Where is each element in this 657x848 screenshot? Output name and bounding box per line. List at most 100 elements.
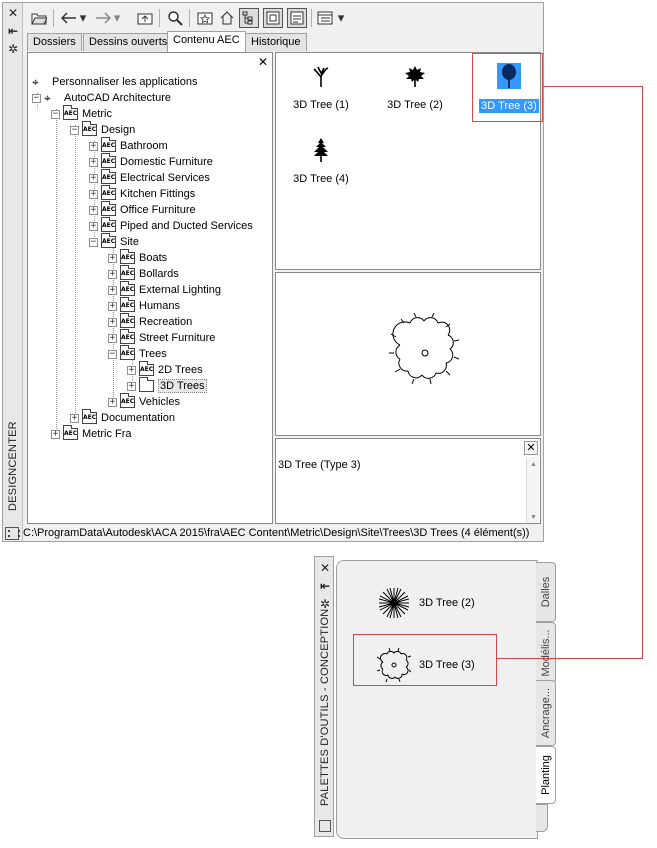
tree-item-metric-fra[interactable]: + AEC Metric Fra [51,425,132,442]
tree-item-piped-ducted[interactable]: + AEC Piped and Ducted Services [89,217,253,234]
views-dropdown-icon[interactable]: ▾ [335,8,347,28]
expand-icon[interactable]: + [89,173,98,183]
collapse-icon[interactable]: − [51,109,60,119]
palette-tab-dalles[interactable]: Dalles [536,562,556,622]
tool-palettes-window: ✕ ⇤ ✲ PALETTES D'OUTILS - CONCEPTION 3D … [314,556,558,839]
tab-historique[interactable]: Historique [245,33,307,51]
content-item-3d-tree-2[interactable]: 3D Tree (2) [370,61,460,111]
expand-icon[interactable]: + [89,189,98,199]
tree-close-icon[interactable]: ✕ [258,56,268,68]
aec-folder-icon: AEC [101,185,116,200]
tree-item-vehicles[interactable]: + AEC Vehicles [108,393,180,410]
tree-item-humans[interactable]: + AEC Humans [108,297,180,314]
tree-item-3d-trees[interactable]: + . 3D Trees [127,377,207,394]
tree-item-bollards[interactable]: + AEC Bollards [108,265,179,282]
palette-tab-ancrage[interactable]: Ancrage... [536,680,556,746]
up-folder-icon[interactable] [135,8,155,28]
forward-arrow-icon[interactable] [93,8,113,28]
aec-folder-icon: AEC [120,249,135,264]
tree-item-trees[interactable]: − AEC Trees [108,345,167,362]
expand-icon[interactable]: + [89,141,98,151]
tree-item-street-furniture[interactable]: + AEC Street Furniture [108,329,215,346]
tree-4-icon [276,135,366,165]
personalize-icon: ⌖ [32,74,39,89]
description-scrollbar[interactable]: ▲ ▼ [526,457,540,523]
tree-item-metric[interactable]: − AEC Metric [51,105,112,122]
aec-folder-icon: AEC [120,313,135,328]
description-toggle-icon[interactable] [287,8,307,28]
back-dropdown-icon[interactable]: ▾ [77,8,89,28]
content-item-3d-tree-4[interactable]: 3D Tree (4) [276,135,366,185]
expand-icon[interactable]: + [51,429,60,439]
tree-view-toggle-icon[interactable] [239,8,259,28]
palette-grip-icon [5,526,20,540]
palette-tab-stack [536,804,548,832]
aec-folder-icon: AEC [82,409,97,424]
description-text: 3D Tree (Type 3) [278,459,361,471]
tree-item-electrical-services[interactable]: + AEC Electrical Services [89,169,210,186]
tree-1-icon [276,61,366,91]
close-icon[interactable]: ✕ [7,7,19,19]
expand-icon[interactable]: + [108,397,117,407]
aec-folder-icon: AEC [101,233,116,248]
tree-item-bathroom[interactable]: + AEC Bathroom [89,137,168,154]
tree-item-kitchen-fittings[interactable]: + AEC Kitchen Fittings [89,185,195,202]
close-icon[interactable]: ✕ [319,562,331,574]
favorites-icon[interactable] [195,8,215,28]
tree-item-domestic-furniture[interactable]: + AEC Domestic Furniture [89,153,213,170]
expand-icon[interactable]: + [89,157,98,167]
expand-icon[interactable]: + [108,301,117,311]
expand-icon[interactable]: + [127,365,136,375]
properties-gear-icon[interactable]: ✲ [7,43,19,55]
scroll-down-icon[interactable]: ▼ [530,514,537,521]
expand-icon[interactable]: + [108,253,117,263]
autohide-icon[interactable]: ⇤ [7,25,19,37]
load-folder-icon[interactable] [29,8,49,28]
tree-item-2d-trees[interactable]: + AEC 2D Trees [127,361,203,378]
tool-palettes-titlebar[interactable]: ✕ ⇤ ✲ PALETTES D'OUTILS - CONCEPTION [314,556,334,837]
designcenter-titlebar[interactable]: ✕ ⇤ ✲ DESIGNCENTER [3,3,23,541]
tree-item-boats[interactable]: + AEC Boats [108,249,167,266]
back-arrow-icon[interactable] [59,8,79,28]
collapse-icon[interactable]: − [32,93,41,103]
tree-item-office-furniture[interactable]: + AEC Office Furniture [89,201,196,218]
tab-dessins-ouverts[interactable]: Dessins ouverts [83,33,174,51]
palette-tab-modelisation[interactable]: Modélis... [536,622,556,684]
tree-item-recreation[interactable]: + AEC Recreation [108,313,192,330]
aec-folder-icon: AEC [101,169,116,184]
tree-item-design[interactable]: − AEC Design [70,121,135,138]
callout-line-top [543,86,642,87]
expand-icon[interactable]: + [70,413,79,423]
expand-icon[interactable]: + [89,205,98,215]
expand-icon[interactable]: + [108,317,117,327]
autohide-icon[interactable]: ⇤ [319,580,331,592]
tree-item-personalize[interactable]: ⌖ Personnaliser les applications [32,74,198,90]
tree-item-autocad-architecture[interactable]: − ⌖ AutoCAD Architecture [32,90,171,106]
palette-tab-planting[interactable]: Planting [536,746,556,804]
preview-toggle-icon[interactable] [263,8,283,28]
expand-icon[interactable]: + [108,333,117,343]
tree-item-external-lighting[interactable]: + AEC External Lighting [108,281,221,298]
content-item-3d-tree-1[interactable]: 3D Tree (1) [276,61,366,111]
tab-contenu-aec[interactable]: Contenu AEC [167,31,246,52]
description-close-icon[interactable]: ✕ [524,441,538,455]
views-icon[interactable] [315,8,335,28]
collapse-icon[interactable]: − [70,125,79,135]
search-icon[interactable] [165,8,185,28]
tab-dossiers[interactable]: Dossiers [27,33,82,51]
expand-icon[interactable]: + [127,381,136,391]
expand-icon[interactable]: + [108,285,117,295]
scroll-up-icon[interactable]: ▲ [530,461,537,468]
designcenter-window: ✕ ⇤ ✲ DESIGNCENTER ▾ ▾ ▾ Dossiers Dessin… [2,2,544,542]
collapse-icon[interactable]: − [108,349,117,359]
collapse-icon[interactable]: − [89,237,98,247]
home-icon[interactable] [217,8,237,28]
tree-item-documentation[interactable]: + AEC Documentation [70,409,175,426]
tree-item-site[interactable]: − AEC Site [89,233,139,250]
status-path: C:\ProgramData\Autodesk\ACA 2015\fra\AEC… [23,527,530,539]
expand-icon[interactable]: + [89,221,98,231]
tree-2-icon [370,61,460,91]
forward-dropdown-icon[interactable]: ▾ [111,8,123,28]
palette-item-3d-tree-2[interactable]: 3D Tree (2) [373,583,475,623]
expand-icon[interactable]: + [108,269,117,279]
